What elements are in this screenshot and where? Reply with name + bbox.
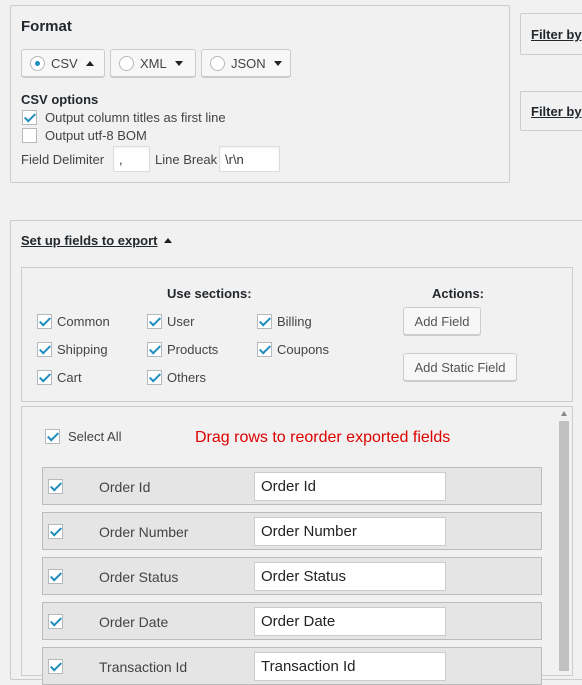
section-common-checkbox[interactable]: [37, 314, 52, 329]
section-user-label: User: [167, 314, 195, 329]
scroll-up-arrow-icon[interactable]: [561, 411, 567, 416]
section-shipping[interactable]: Shipping: [37, 342, 108, 357]
field-row-checkbox[interactable]: [48, 614, 63, 629]
section-cart[interactable]: Cart: [37, 370, 82, 385]
section-shipping-label: Shipping: [57, 342, 108, 357]
select-all-checkbox[interactable]: [45, 429, 60, 444]
select-all-label: Select All: [68, 429, 122, 444]
section-billing-label: Billing: [277, 314, 312, 329]
field-delimiter-label: Field Delimiter: [21, 152, 105, 167]
field-row-checkbox[interactable]: [48, 569, 63, 584]
field-row-checkbox[interactable]: [48, 479, 63, 494]
field-row-input[interactable]: [254, 562, 446, 591]
output-bom-checkbox[interactable]: [22, 128, 37, 143]
xml-label: XML: [140, 55, 167, 71]
section-others-label: Others: [167, 370, 207, 385]
section-products-label: Products: [167, 342, 219, 357]
setup-title[interactable]: Set up fields to export: [21, 233, 158, 248]
drag-hint: Drag rows to reorder exported fields: [195, 429, 451, 446]
field-row[interactable]: Order Date: [42, 602, 542, 640]
xml-radio[interactable]: [119, 55, 134, 71]
section-cart-label: Cart: [57, 370, 82, 385]
section-coupons-checkbox[interactable]: [257, 342, 272, 357]
caret-down-icon: [273, 60, 282, 66]
caret-up-icon: [85, 60, 94, 66]
field-row[interactable]: Order Status: [42, 557, 542, 595]
filter-by-link-2[interactable]: Filter by: [531, 104, 582, 119]
csv-label: CSV: [51, 55, 78, 71]
field-row-label: Order Number: [99, 524, 189, 540]
field-row-label: Order Status: [99, 569, 179, 585]
section-common[interactable]: Common: [37, 314, 110, 329]
section-coupons[interactable]: Coupons: [257, 342, 329, 357]
output-bom-option[interactable]: Output utf-8 BOM: [22, 128, 147, 143]
use-sections-title: Use sections:: [167, 286, 252, 301]
filter-panel-1[interactable]: Filter by: [520, 13, 582, 55]
field-row[interactable]: Order Number: [42, 512, 542, 550]
output-bom-label: Output utf-8 BOM: [45, 128, 147, 143]
line-break-label: Line Break: [155, 152, 218, 167]
section-billing-checkbox[interactable]: [257, 314, 272, 329]
actions-title: Actions:: [432, 286, 484, 301]
field-row-checkbox[interactable]: [48, 659, 63, 674]
output-column-titles-checkbox[interactable]: [22, 110, 37, 125]
field-row-label: Transaction Id: [99, 659, 188, 675]
add-field-button[interactable]: Add Field: [403, 307, 481, 335]
csv-radio[interactable]: [30, 55, 45, 71]
setup-toggle[interactable]: Set up fields to export: [21, 233, 172, 248]
field-delimiter-input[interactable]: [113, 146, 150, 172]
format-csv-button[interactable]: CSV: [21, 49, 105, 77]
filter-by-link-1[interactable]: Filter by: [531, 27, 582, 42]
section-others[interactable]: Others: [147, 370, 206, 385]
format-json-button[interactable]: JSON: [201, 49, 291, 77]
section-shipping-checkbox[interactable]: [37, 342, 52, 357]
scrollbar-thumb[interactable]: [559, 421, 569, 671]
section-products-checkbox[interactable]: [147, 342, 162, 357]
filter-panel-2[interactable]: Filter by: [520, 91, 582, 131]
fields-scrollbar[interactable]: [557, 407, 572, 671]
format-title: Format: [21, 18, 72, 35]
field-row-input[interactable]: [254, 517, 446, 546]
output-column-titles-option[interactable]: Output column titles as first line: [22, 110, 226, 125]
field-row-label: Order Id: [99, 479, 151, 495]
field-row-label: Order Date: [99, 614, 169, 630]
format-xml-button[interactable]: XML: [110, 49, 196, 77]
section-billing[interactable]: Billing: [257, 314, 312, 329]
field-row-input[interactable]: [254, 607, 446, 636]
select-all-option[interactable]: Select All: [45, 429, 121, 444]
caret-down-icon: [174, 60, 183, 66]
section-common-label: Common: [57, 314, 110, 329]
section-products[interactable]: Products: [147, 342, 218, 357]
line-break-input[interactable]: [219, 146, 280, 172]
section-coupons-label: Coupons: [277, 342, 330, 357]
field-row-input[interactable]: [254, 652, 446, 681]
section-user-checkbox[interactable]: [147, 314, 162, 329]
caret-up-icon: [163, 238, 172, 243]
json-radio[interactable]: [210, 55, 225, 71]
section-others-checkbox[interactable]: [147, 370, 162, 385]
section-cart-checkbox[interactable]: [37, 370, 52, 385]
field-row-input[interactable]: [254, 472, 446, 501]
sections-panel: [21, 267, 573, 402]
field-row-checkbox[interactable]: [48, 524, 63, 539]
json-label: JSON: [231, 55, 266, 71]
add-static-field-button[interactable]: Add Static Field: [403, 353, 517, 381]
output-column-titles-label: Output column titles as first line: [45, 110, 226, 125]
section-user[interactable]: User: [147, 314, 194, 329]
field-row[interactable]: Transaction Id: [42, 647, 542, 685]
csv-options-title: CSV options: [21, 92, 99, 107]
field-row[interactable]: Order Id: [42, 467, 542, 505]
